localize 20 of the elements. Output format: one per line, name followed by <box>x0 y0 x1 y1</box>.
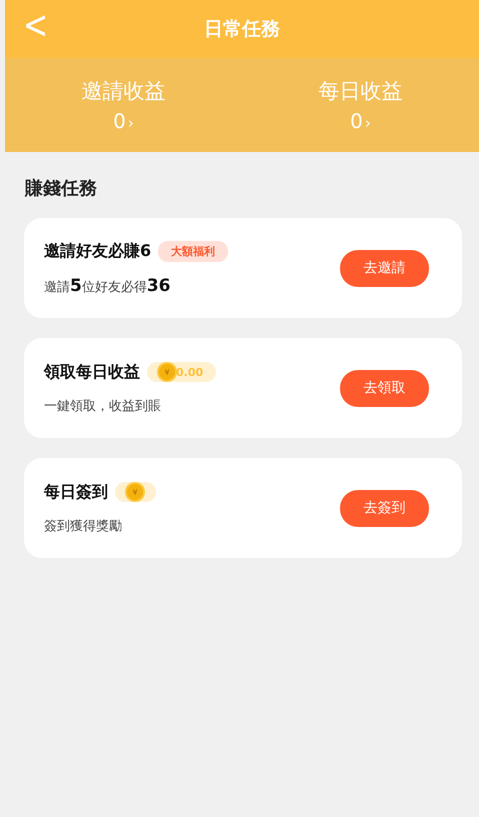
page-title: 日常任務 <box>204 17 280 42</box>
stat-label: 邀請收益 <box>82 78 166 105</box>
back-button[interactable]: < <box>19 2 52 48</box>
task-button[interactable]: 去邀請 <box>340 250 429 286</box>
coin-icon: ¥ <box>159 364 175 380</box>
task-button[interactable]: 去領取 <box>340 370 429 406</box>
task-title: 領取每日收益 <box>44 362 140 382</box>
stat-value-link[interactable]: 0› <box>350 109 371 133</box>
task-description: 一鍵領取，收益到賬 <box>44 398 162 414</box>
tag: 大額福利 <box>158 240 228 262</box>
task-description: 邀請5位好友必得36 <box>44 276 172 296</box>
task-description: 簽到獲得獎勵 <box>44 518 123 534</box>
stat-value-link[interactable]: 0› <box>113 109 134 133</box>
section-title: 賺錢任務 <box>25 177 98 200</box>
task-title: 邀請好友必賺6 <box>44 240 152 262</box>
task-button[interactable]: 去簽到 <box>340 490 429 526</box>
coin-icon: ¥ <box>127 484 143 500</box>
reward-amount: 0.00 <box>176 366 204 378</box>
stat-label: 每日收益 <box>318 78 402 105</box>
task-title: 每日簽到 <box>44 482 108 502</box>
